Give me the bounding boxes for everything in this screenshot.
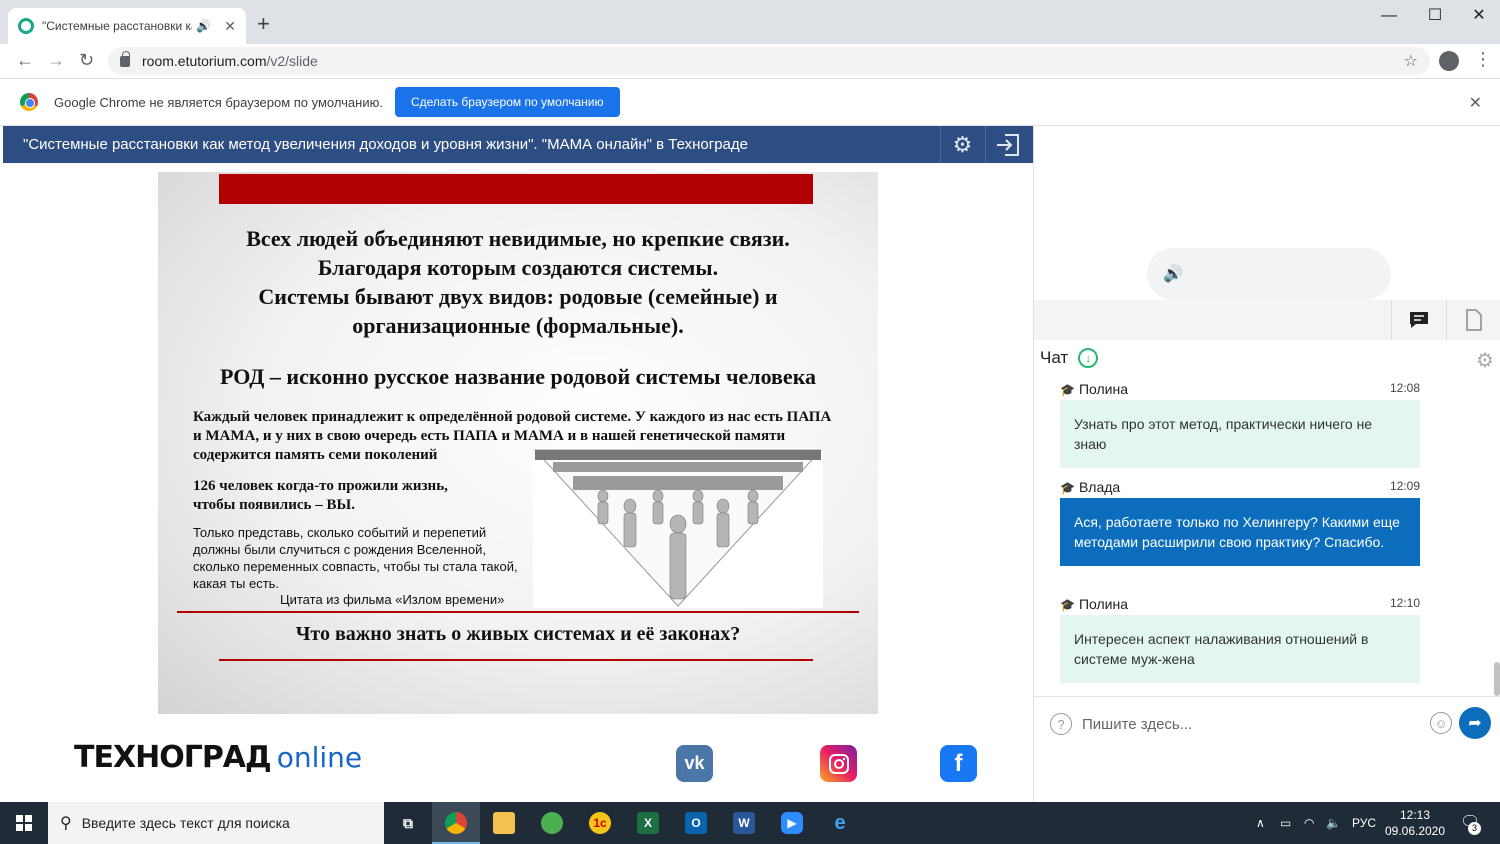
- file-explorer-icon[interactable]: [480, 802, 528, 844]
- chat-tab-icon[interactable]: [1391, 300, 1446, 340]
- new-tab-button[interactable]: +: [257, 13, 270, 35]
- tab-close-icon[interactable]: ✕: [224, 18, 236, 35]
- chat-message: Интересен аспект налаживания отношений в…: [1060, 615, 1420, 683]
- site-favicon-icon: [18, 18, 34, 34]
- minimize-button[interactable]: —: [1366, 4, 1412, 28]
- set-default-browser-button[interactable]: Сделать браузером по умолчанию: [394, 87, 620, 117]
- tab-strip: "Системные расстановки ка 🔊 ✕ + — ☐ ✕: [0, 0, 1500, 44]
- windows-logo-icon: [16, 815, 32, 831]
- browser-toolbar: ← → ↻ room.etutorium.com/v2/slide ☆ ⋮: [0, 44, 1500, 78]
- side-panel: 🔊 Чат ↓ ⚙ 🎓 Полина 12:08 Узнать про этот …: [1033, 126, 1500, 802]
- chat-scrollbar[interactable]: [1494, 662, 1500, 696]
- chat-message: Ася, работаете только по Хелингеру? Каки…: [1060, 498, 1420, 566]
- slide-paragraph-3: Только представь, сколько событий и пере…: [193, 525, 518, 591]
- default-browser-infobar: Google Chrome не является браузером по у…: [0, 78, 1500, 126]
- back-button[interactable]: ←: [16, 50, 34, 70]
- vk-icon[interactable]: vk: [676, 745, 713, 782]
- url-text: room.etutorium.com/v2/slide: [142, 53, 318, 69]
- account-avatar-icon[interactable]: [1439, 51, 1459, 71]
- presentation-slide: Всех людей объединяют невидимые, но креп…: [158, 172, 878, 714]
- slide-paragraph-2: 126 человек когда-то прожили жизнь, чтоб…: [193, 478, 448, 513]
- chat-header: Чат ↓: [1040, 348, 1099, 368]
- edge-icon[interactable]: e: [816, 802, 864, 844]
- reload-button[interactable]: ↻: [79, 50, 94, 70]
- slide-rod-line: РОД – исконно русское название родовой с…: [219, 364, 817, 389]
- bookmark-star-icon[interactable]: ☆: [1404, 51, 1418, 71]
- instagram-icon[interactable]: [820, 745, 857, 782]
- 1c-icon[interactable]: 1c: [576, 802, 624, 844]
- message-header: 🎓 Полина 12:10: [1060, 596, 1420, 612]
- chat-title: Чат: [1040, 348, 1069, 367]
- message-header: 🎓 Полина 12:08: [1060, 381, 1420, 397]
- task-view-icon[interactable]: ⧉: [384, 802, 432, 844]
- audio-player[interactable]: 🔊: [1147, 248, 1391, 300]
- globe-app-icon[interactable]: [528, 802, 576, 844]
- word-icon[interactable]: W: [720, 802, 768, 844]
- taskbar-search-placeholder: Введите здесь текст для поиска: [81, 815, 290, 831]
- battery-icon[interactable]: ▭: [1280, 802, 1291, 844]
- excel-icon[interactable]: X: [624, 802, 672, 844]
- webinar-header: "Системные расстановки как метод увеличе…: [3, 126, 1033, 163]
- window-close-button[interactable]: ✕: [1456, 4, 1500, 28]
- student-cap-icon: 🎓: [1060, 383, 1075, 397]
- language-indicator[interactable]: РУС: [1352, 802, 1376, 844]
- network-icon[interactable]: ◠: [1304, 802, 1314, 844]
- infobar-message: Google Chrome не является браузером по у…: [54, 94, 383, 110]
- student-cap-icon: 🎓: [1060, 598, 1075, 612]
- chat-message: Узнать про этот метод, практически ничег…: [1060, 400, 1420, 468]
- start-button[interactable]: [0, 802, 48, 844]
- tab-audio-icon[interactable]: 🔊: [196, 19, 211, 33]
- windows-taskbar: ⚲ Введите здесь текст для поиска ⧉ 1c X …: [0, 802, 1500, 844]
- slide-question: Что важно знать о живых системах и её за…: [295, 623, 741, 645]
- webinar-title: "Системные расстановки как метод увеличе…: [23, 136, 748, 153]
- facebook-icon[interactable]: f: [940, 745, 977, 782]
- student-cap-icon: 🎓: [1060, 481, 1075, 495]
- forward-button[interactable]: →: [47, 50, 65, 70]
- message-time: 12:09: [1389, 479, 1420, 493]
- slide-divider: [177, 611, 859, 613]
- download-chat-icon[interactable]: ↓: [1078, 348, 1099, 368]
- lock-icon[interactable]: [120, 50, 130, 67]
- slide-red-bar: [219, 174, 813, 204]
- chat-input[interactable]: [1082, 711, 1412, 737]
- chrome-menu-icon[interactable]: ⋮: [1474, 49, 1492, 70]
- slide-heading: Всех людей объединяют невидимые, но креп…: [246, 226, 790, 338]
- infobar-close-icon[interactable]: ✕: [1469, 93, 1482, 113]
- generations-pyramid-image: [533, 448, 823, 608]
- chrome-taskbar-icon[interactable]: [432, 802, 480, 844]
- zoom-icon[interactable]: ▶: [768, 802, 816, 844]
- search-icon: ⚲: [60, 815, 72, 832]
- tray-chevron-icon[interactable]: ∧: [1256, 802, 1265, 844]
- message-header: 🎓 Влада 12:09: [1060, 479, 1420, 495]
- outlook-icon[interactable]: O: [672, 802, 720, 844]
- send-button[interactable]: ➦: [1459, 707, 1491, 739]
- technograd-logo: ТЕХНОГРАД online: [74, 740, 363, 775]
- speaker-icon[interactable]: 🔊: [1163, 264, 1183, 284]
- notification-center-icon[interactable]: 🗨3: [1460, 812, 1481, 835]
- taskbar-clock[interactable]: 12:13 09.06.2020: [1380, 807, 1450, 839]
- address-bar[interactable]: room.etutorium.com/v2/slide ☆: [108, 47, 1430, 75]
- emoji-icon[interactable]: ☺: [1430, 712, 1452, 734]
- panel-tab-bar: [1034, 300, 1500, 340]
- volume-icon[interactable]: 🔈: [1326, 802, 1341, 844]
- settings-gear-icon[interactable]: ⚙: [940, 126, 984, 163]
- slide-quote: Цитата из фильма «Излом времени»: [280, 592, 505, 607]
- chat-compose: ? ☺ ➦: [1034, 696, 1500, 750]
- message-time: 12:10: [1389, 596, 1420, 610]
- chrome-logo-icon: [20, 93, 38, 111]
- files-tab-icon[interactable]: [1446, 300, 1500, 340]
- slide-divider-bottom: [219, 659, 813, 661]
- exit-room-icon[interactable]: [985, 126, 1029, 163]
- taskbar-search[interactable]: ⚲ Введите здесь текст для поиска: [48, 802, 384, 844]
- chat-settings-icon[interactable]: ⚙: [1476, 348, 1494, 373]
- message-time: 12:08: [1389, 381, 1420, 395]
- help-icon[interactable]: ?: [1050, 713, 1072, 735]
- tab-title: "Системные расстановки ка: [42, 19, 192, 33]
- maximize-button[interactable]: ☐: [1412, 4, 1458, 28]
- browser-tab[interactable]: "Системные расстановки ка 🔊 ✕: [8, 8, 246, 44]
